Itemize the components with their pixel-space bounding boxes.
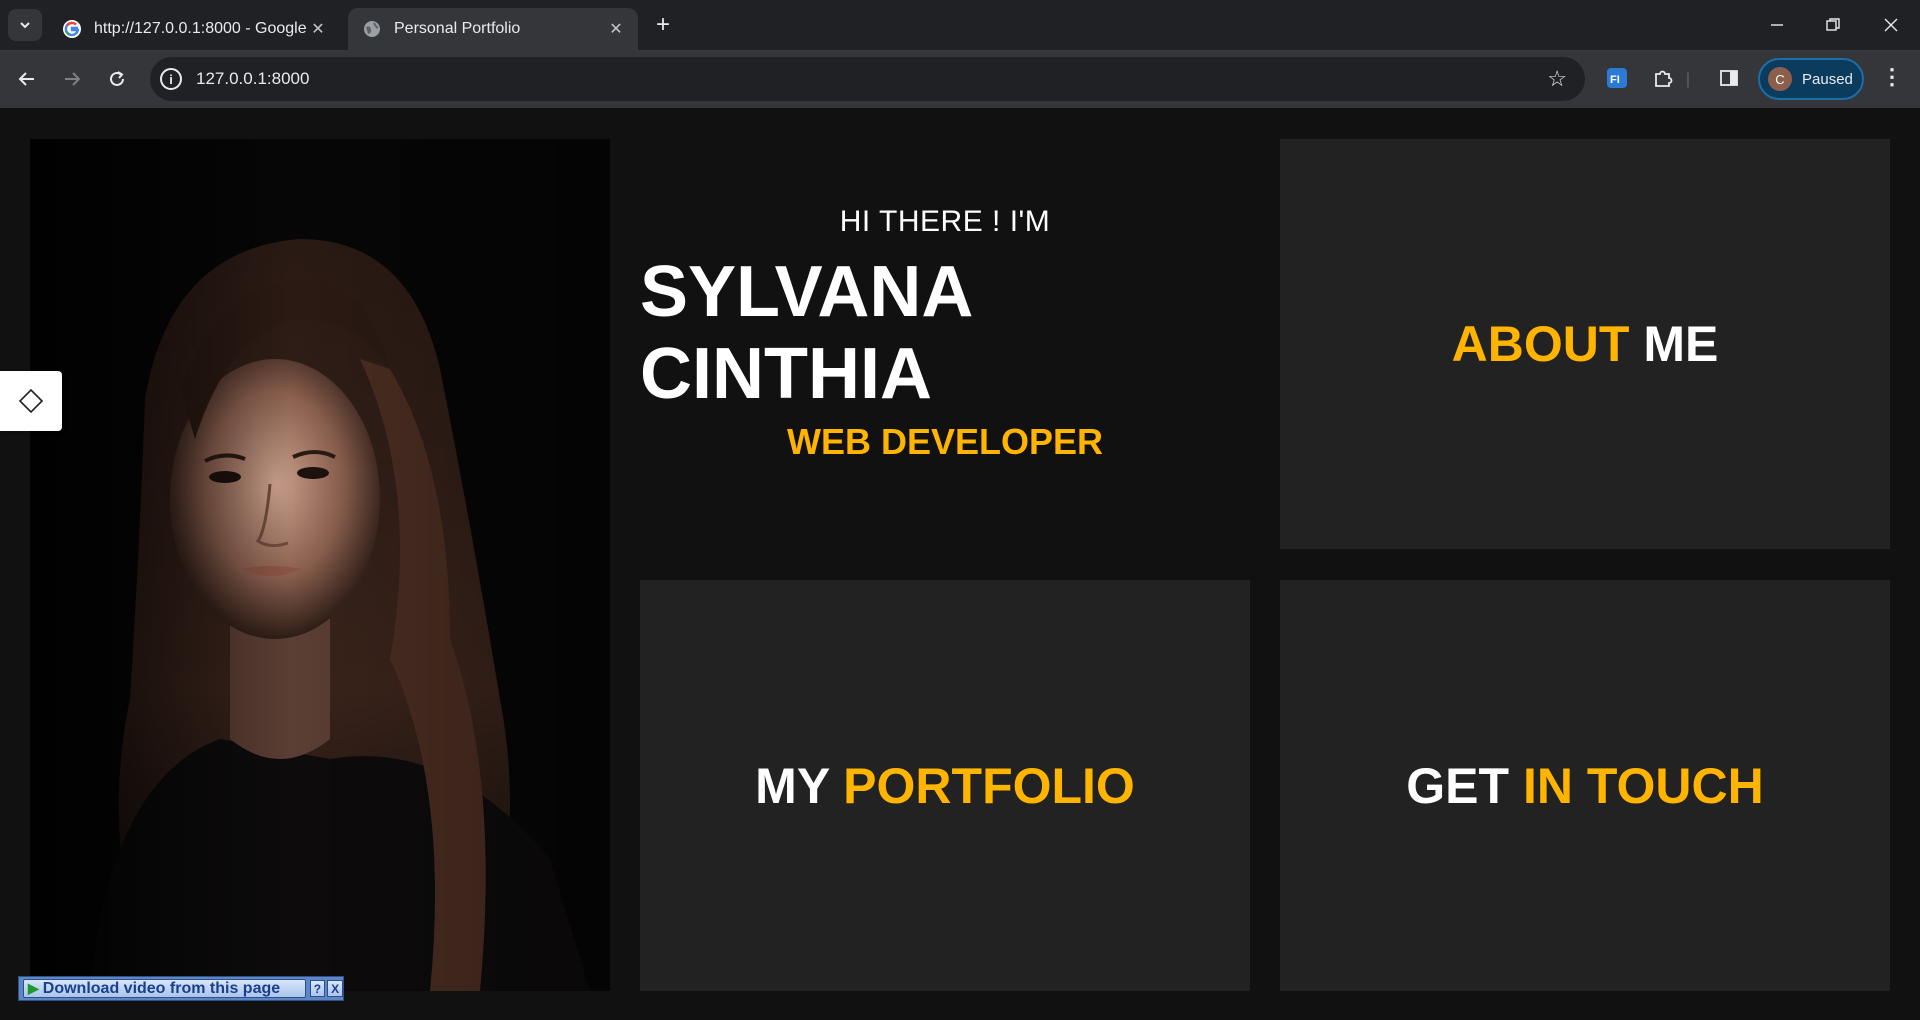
browser-toolbar: i 127.0.0.1:8000 ☆ FI | C Paused ⋮ <box>0 50 1920 108</box>
about-label-accent: ABOUT <box>1451 316 1630 372</box>
download-video-button[interactable]: ▶ Download video from this page <box>23 979 306 998</box>
tab-personal-portfolio[interactable]: Personal Portfolio ✕ <box>348 8 638 50</box>
restore-icon[interactable] <box>1818 10 1848 40</box>
close-window-icon[interactable] <box>1876 10 1906 40</box>
hero-name: SYLVANA CINTHIA <box>640 252 971 414</box>
contact-label-accent: IN TOUCH <box>1522 757 1764 814</box>
avatar: C <box>1768 67 1792 91</box>
contact-label-lead: GET <box>1406 757 1523 814</box>
profile-photo <box>30 139 610 991</box>
tab-strip: http://127.0.0.1:8000 - Google S ✕ Perso… <box>0 0 1920 50</box>
hero-greeting: HI THERE ! I'M <box>839 205 1051 238</box>
my-portfolio-card[interactable]: MY PORTFOLIO <box>640 580 1250 991</box>
play-icon: ▶ <box>28 980 39 996</box>
tab-search-button[interactable] <box>8 9 42 41</box>
forward-arrow-icon[interactable] <box>57 64 87 94</box>
hero-intro: HI THERE ! I'M SYLVANA CINTHIA WEB DEVEL… <box>640 139 1250 549</box>
minimize-icon[interactable] <box>1762 10 1792 40</box>
download-video-bar: ▶ Download video from this page ? X <box>18 976 344 1001</box>
tab-title: Personal Portfolio <box>394 20 521 37</box>
bookmark-star-icon[interactable]: ☆ <box>1547 66 1567 92</box>
extension-fi-icon[interactable]: FI <box>1604 65 1630 91</box>
back-arrow-icon[interactable] <box>12 64 42 94</box>
chevron-down-icon <box>20 22 30 29</box>
diamond-icon <box>18 388 44 414</box>
side-panel-icon[interactable] <box>1716 65 1742 91</box>
help-button[interactable]: ? <box>309 980 326 997</box>
google-icon <box>63 20 81 38</box>
portrait-image <box>30 139 610 991</box>
site-info-icon[interactable]: i <box>160 68 182 90</box>
portfolio-label-accent: PORTFOLIO <box>843 757 1135 814</box>
about-me-card[interactable]: ABOUT ME <box>1280 139 1890 549</box>
extension-label: FI <box>1610 74 1620 86</box>
close-tab-icon[interactable]: ✕ <box>606 19 626 39</box>
address-bar[interactable]: i 127.0.0.1:8000 ☆ <box>150 57 1585 101</box>
profile-status: Paused <box>1802 70 1853 88</box>
style-switcher-toggle[interactable] <box>0 371 62 431</box>
portfolio-page: HI THERE ! I'M SYLVANA CINTHIA WEB DEVEL… <box>0 108 1920 1020</box>
url-text[interactable]: 127.0.0.1:8000 <box>196 69 309 89</box>
tab-title: http://127.0.0.1:8000 - Google S <box>94 20 308 37</box>
hero-role: WEB DEVELOPER <box>786 421 1104 462</box>
profile-button[interactable]: C Paused <box>1758 58 1864 100</box>
portfolio-label-lead: MY <box>755 757 844 814</box>
globe-icon <box>364 21 380 37</box>
close-download-bar-button[interactable]: X <box>327 980 344 997</box>
close-tab-icon[interactable]: ✕ <box>308 19 328 39</box>
tab-google-search[interactable]: http://127.0.0.1:8000 - Google S ✕ <box>48 8 340 50</box>
reload-icon[interactable] <box>102 64 132 94</box>
about-label-rest: ME <box>1629 316 1719 372</box>
menu-dots-icon[interactable]: ⋮ <box>1880 64 1904 90</box>
extensions-puzzle-icon[interactable] <box>1650 65 1676 91</box>
get-in-touch-card[interactable]: GET IN TOUCH <box>1280 580 1890 991</box>
download-video-label: Download video from this page <box>42 979 281 997</box>
new-tab-button[interactable]: + <box>650 11 676 38</box>
toolbar-divider: | <box>1685 71 1691 88</box>
